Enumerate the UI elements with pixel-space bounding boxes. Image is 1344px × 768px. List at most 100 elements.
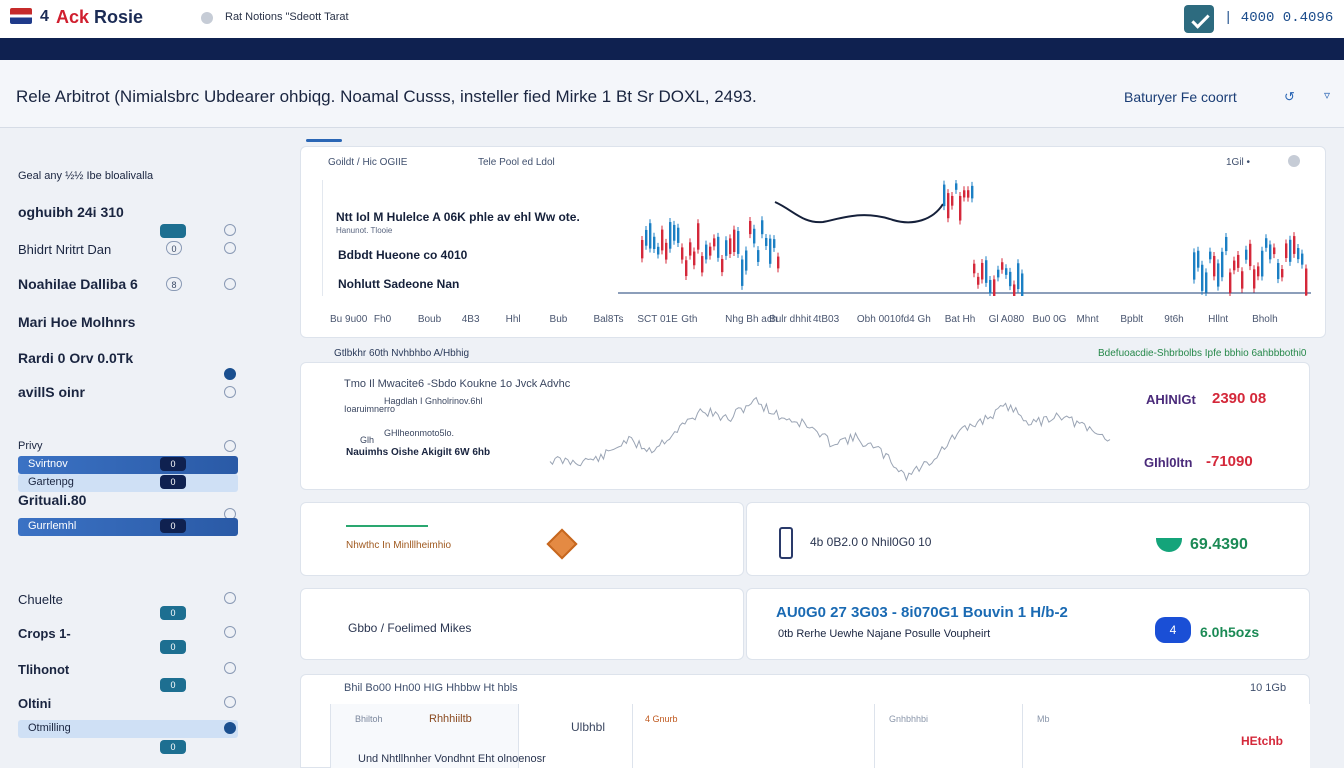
x-tick-label: Bu0 0G bbox=[1032, 314, 1067, 325]
chart-legend-1-sub: Hanunot. Tlooie bbox=[336, 226, 393, 235]
bottom-cell-4-label: Gnhbhhbi bbox=[889, 714, 929, 724]
card-d-value: 6.0h5ozs bbox=[1200, 624, 1260, 640]
radio-icon[interactable] bbox=[224, 592, 236, 604]
candle-body bbox=[1297, 248, 1300, 260]
sidebar-item[interactable]: Oltini bbox=[0, 694, 260, 712]
app-check-icon[interactable] bbox=[1184, 5, 1214, 33]
sidebar-item[interactable]: Svirtnov 0 bbox=[18, 456, 238, 474]
x-tick-label: Fh0 bbox=[373, 314, 392, 325]
radio-icon[interactable] bbox=[224, 368, 236, 380]
chart-legend-2: Bdbdt Hueone co 4010 bbox=[338, 248, 468, 262]
candlestick-chart bbox=[618, 179, 1311, 296]
refresh-icon[interactable]: ↺ bbox=[1284, 89, 1295, 105]
panel-header-mid[interactable]: Tele Pool ed Ldol bbox=[478, 157, 555, 168]
candle-body bbox=[1205, 272, 1208, 293]
panel-header-right[interactable]: 1Gil • bbox=[1226, 157, 1250, 168]
count-badge bbox=[160, 224, 186, 238]
candle-body bbox=[705, 244, 708, 260]
count-badge: 0 bbox=[160, 519, 186, 533]
globe-icon[interactable] bbox=[201, 12, 213, 24]
x-tick-label: Hllnt bbox=[1208, 314, 1229, 325]
sidebar-item[interactable]: oghuibh 24i 310 bbox=[0, 204, 260, 238]
sidebar-item[interactable]: Crops 1- 0 bbox=[0, 624, 260, 654]
sidebar-item[interactable]: Privy bbox=[0, 438, 260, 456]
radio-icon[interactable] bbox=[224, 224, 236, 236]
candle-body bbox=[693, 251, 696, 266]
page-title: Rele Arbitrot (Nimialsbrc Ubdearer ohbiq… bbox=[16, 87, 757, 106]
panel-header-left[interactable]: Goildt / Hic OGIIE bbox=[328, 157, 407, 168]
candle-body bbox=[713, 238, 716, 247]
radio-icon[interactable] bbox=[224, 278, 236, 290]
chevron-down-icon[interactable]: ▿ bbox=[1324, 88, 1330, 102]
sidebar-item[interactable]: Tlihonot 0 bbox=[0, 660, 260, 692]
panel-menu-icon[interactable] bbox=[1288, 155, 1300, 167]
logo-text[interactable]: Ack Rosie bbox=[56, 7, 143, 28]
card-d-pill-button[interactable]: 4 bbox=[1155, 617, 1191, 643]
sidebar-item[interactable]: avillS oinr bbox=[0, 384, 260, 402]
count-badge: 8 bbox=[166, 277, 182, 291]
sidebar-item[interactable]: Bhidrt Nritrt Dan 0 bbox=[0, 240, 260, 258]
card-b-label: 4b 0B2.0 0 Nhil0G0 10 bbox=[810, 535, 932, 549]
radio-icon[interactable] bbox=[224, 696, 236, 708]
candle-body bbox=[1005, 268, 1008, 275]
candle-body bbox=[1201, 264, 1204, 291]
sidebar-item[interactable]: Chuelte 0 bbox=[0, 590, 260, 620]
x-tick-label: Bal8Ts bbox=[593, 314, 624, 325]
count-badge: 0 bbox=[160, 740, 186, 754]
card-d-title: AU0G0 27 3G03 - 8i070G1 Bouvin 1 H/b-2 bbox=[776, 604, 1068, 621]
radio-icon[interactable] bbox=[224, 626, 236, 638]
sidebar-item[interactable]: Grituali.80 bbox=[0, 492, 260, 520]
count-badge: 0 bbox=[166, 241, 182, 255]
sidebar-item[interactable]: Noahilae Dalliba 6 8 bbox=[0, 276, 260, 294]
candle-body bbox=[685, 260, 688, 277]
candle-body bbox=[689, 242, 692, 256]
sidebar-item-label: Grituali.80 bbox=[18, 492, 87, 508]
radio-icon[interactable] bbox=[224, 440, 236, 452]
sidebar-item[interactable]: Rardi 0 Orv 0.0Tk bbox=[0, 350, 260, 380]
count-badge: 0 bbox=[160, 640, 186, 654]
candle-body bbox=[661, 229, 664, 251]
line-label-3: Ioaruimnerro bbox=[344, 404, 396, 414]
sidebar-item[interactable]: Geal any ½½ Ibe bloalivalla bbox=[0, 168, 260, 186]
bottom-cell-3[interactable]: 4 Gnurb bbox=[632, 704, 874, 768]
bottom-cell-5[interactable]: Mb HEtchb bbox=[1022, 704, 1310, 768]
candle-body bbox=[1229, 272, 1232, 293]
sidebar-item-label: Chuelte bbox=[18, 592, 63, 607]
sidebar-item[interactable]: Mari Hoe Molhnrs bbox=[0, 314, 260, 332]
line-label-6: Nauimhs Oishe AkigiIt 6W 6hb bbox=[346, 447, 491, 458]
topbar-link[interactable]: Rat Notions "Sdeott Tarat bbox=[225, 11, 349, 23]
x-tick-label: 4B3 bbox=[461, 314, 480, 325]
candle-body bbox=[721, 258, 724, 273]
bottom-cell-4[interactable]: Gnhbhhbi bbox=[874, 704, 1022, 768]
candle-body bbox=[947, 193, 950, 219]
sidebar-item[interactable]: Gartenpg 0 bbox=[18, 474, 238, 492]
candle-body bbox=[973, 263, 976, 274]
sidebar-item[interactable]: Gurrlemhl 0 bbox=[18, 518, 238, 536]
chart-legend-1: Ntt Iol M Hulelce A 06K phle av ehl Ww o… bbox=[336, 210, 580, 224]
card-a[interactable] bbox=[300, 502, 744, 576]
candle-body bbox=[1193, 252, 1196, 280]
candle-body bbox=[773, 239, 776, 248]
phone-icon bbox=[779, 527, 793, 559]
candle-body bbox=[717, 236, 720, 258]
candle-body bbox=[985, 260, 988, 283]
candle-body bbox=[967, 190, 970, 198]
x-tick-label: Gl A080 bbox=[988, 314, 1025, 325]
radio-icon[interactable] bbox=[224, 662, 236, 674]
sidebar-item[interactable]: Otmilling 0 bbox=[18, 720, 238, 754]
candle-body bbox=[1221, 251, 1224, 278]
candle-body bbox=[1001, 262, 1004, 270]
radio-icon[interactable] bbox=[224, 386, 236, 398]
card-a-label: Nhwthc In Minlllheimhio bbox=[346, 540, 452, 551]
card-d-subtitle: 0tb Rerhe Uewhe Najane Posulle Voupheirt bbox=[778, 628, 991, 640]
headline-link[interactable]: Baturyer Fe coorrt bbox=[1124, 89, 1237, 105]
candle-body bbox=[681, 247, 684, 260]
x-tick-label: Bu 9u00 bbox=[330, 314, 368, 325]
radio-icon[interactable] bbox=[224, 242, 236, 254]
x-tick-label: Mhnt bbox=[1076, 314, 1099, 325]
radio-icon[interactable] bbox=[224, 722, 236, 734]
candle-body bbox=[641, 240, 644, 259]
card-c-label: Gbbo / Foelimed Mikes bbox=[348, 621, 472, 635]
candle-body bbox=[1245, 249, 1248, 260]
bottom-cell-1-label: Rhhhiiltb bbox=[429, 713, 472, 725]
